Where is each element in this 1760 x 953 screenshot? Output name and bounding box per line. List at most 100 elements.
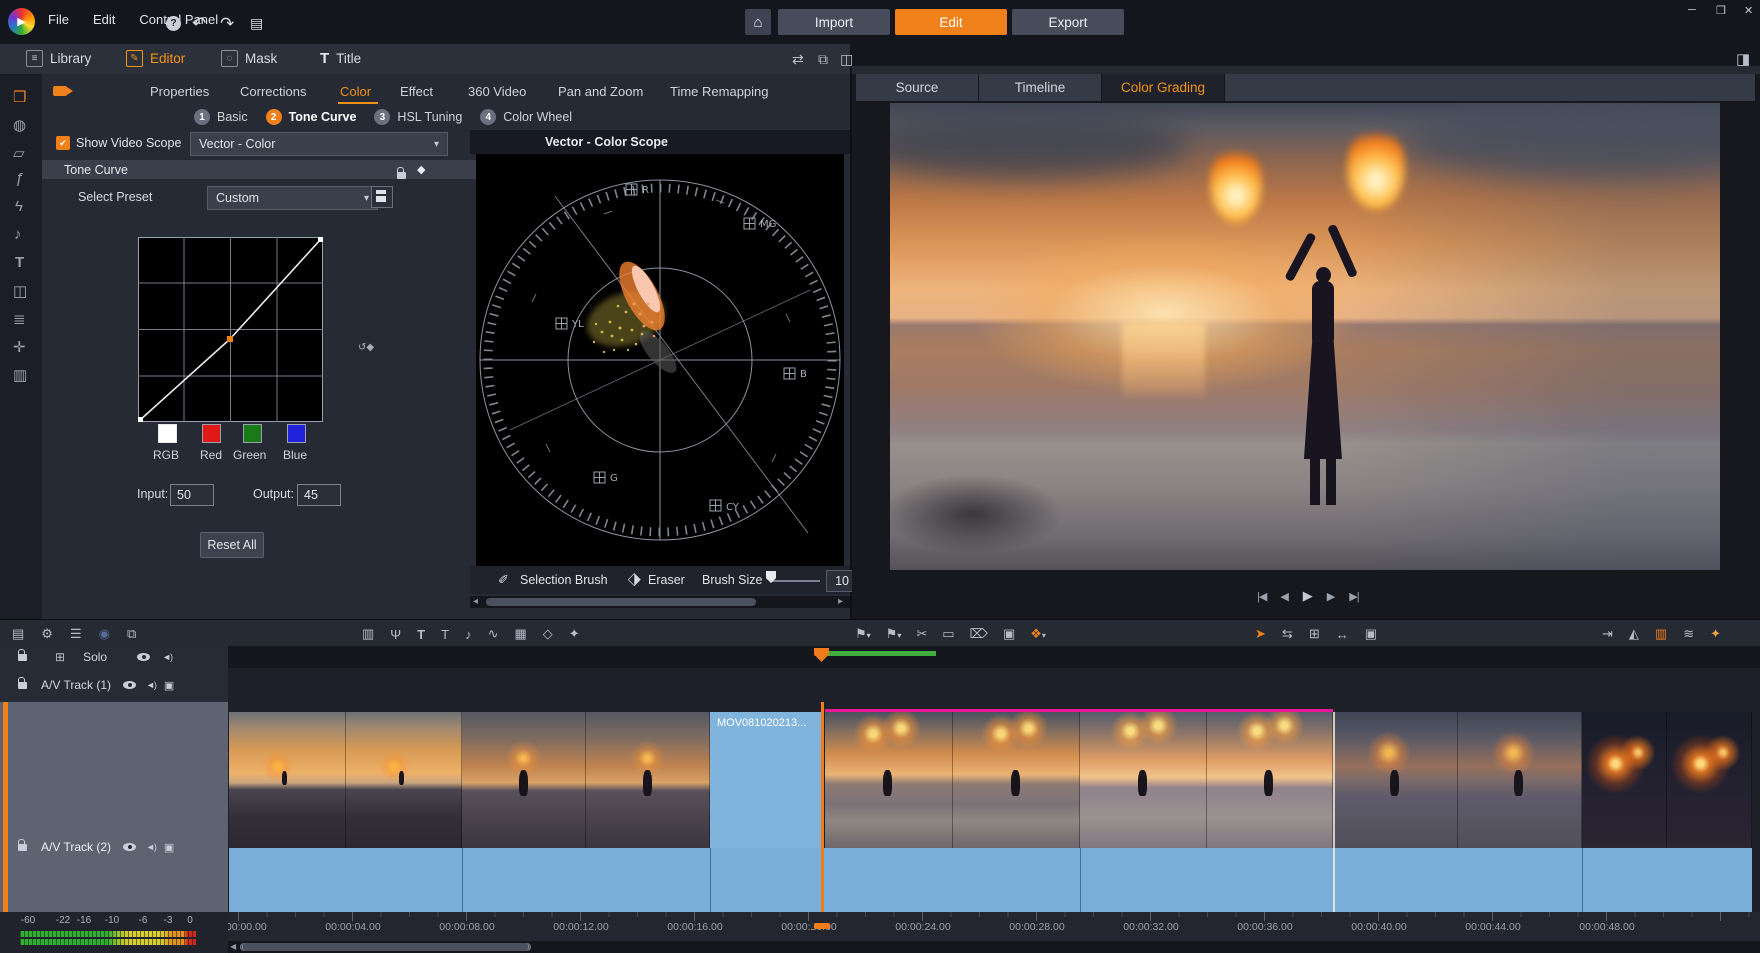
editor-tab-corrections[interactable]: Corrections	[240, 84, 306, 99]
eye-icon[interactable]	[123, 843, 136, 851]
editor-tab-pan-zoom[interactable]: Pan and Zoom	[558, 84, 643, 99]
clip-4[interactable]	[825, 712, 1080, 848]
output-field[interactable]: 45	[297, 484, 341, 506]
tab-mask[interactable]: ◌ Mask	[221, 50, 277, 67]
step-2-badge[interactable]: 2	[266, 109, 282, 125]
channel-red-swatch[interactable]	[202, 424, 221, 443]
lock-icon[interactable]	[18, 654, 27, 661]
columns-category-icon[interactable]: ▥	[13, 366, 27, 384]
add-track-icon[interactable]: ⊞	[55, 651, 65, 663]
keyframe-diamond-icon[interactable]: ◆	[417, 163, 425, 176]
text-category-icon[interactable]: T	[15, 254, 24, 271]
multicam-icon[interactable]: ▦	[514, 626, 526, 642]
trim-tool-icon[interactable]: ↔	[1336, 627, 1349, 642]
channel-rgb-swatch[interactable]	[158, 424, 177, 443]
reset-keyframe-icon[interactable]: ↺◆	[358, 342, 374, 353]
frame-box-icon[interactable]: ▭	[942, 626, 954, 642]
project-notes-icon[interactable]: ▤	[250, 16, 263, 30]
scene-detect-icon[interactable]: ◭	[1629, 626, 1639, 642]
panel-layout-right-icon[interactable]: ◨	[1736, 52, 1750, 67]
preset-dropdown[interactable]: Custom ▾	[207, 186, 378, 210]
brush-size-track[interactable]	[770, 580, 820, 582]
step-3-badge[interactable]: 3	[374, 109, 390, 125]
scope-scrollbar[interactable]: ◂ ▸	[470, 596, 850, 608]
layers-category-icon[interactable]: ≣	[13, 310, 26, 328]
record-icon[interactable]: ◉	[99, 626, 110, 642]
split-clip-icon[interactable]: ✂	[916, 626, 927, 642]
scroll-left-arrow-icon[interactable]: ◀	[230, 942, 236, 951]
filters-category-icon[interactable]: ϟ	[15, 198, 23, 215]
close-button[interactable]: ✕	[1744, 4, 1753, 17]
surround-icon[interactable]: ≋	[1683, 626, 1694, 642]
editor-tab-color[interactable]: Color	[340, 84, 371, 99]
brush-size-value-box[interactable]: 10	[826, 570, 854, 592]
tab-source[interactable]: Source	[856, 74, 979, 101]
speaker-icon[interactable]: ◄)	[162, 652, 172, 662]
tab-timeline[interactable]: Timeline	[979, 74, 1102, 101]
web-category-icon[interactable]: ◍	[13, 116, 26, 134]
effects-tool-icon[interactable]: ✦	[569, 626, 580, 642]
help-icon[interactable]: ?	[166, 16, 181, 31]
copy-panel-icon[interactable]: ⧉	[818, 52, 828, 66]
home-button[interactable]: ⌂	[745, 9, 771, 35]
folders-category-icon[interactable]: ▱	[13, 144, 25, 162]
align-icon[interactable]: ⇥	[1602, 626, 1613, 642]
scroll-left-arrow-icon[interactable]: ◂	[473, 596, 478, 607]
channel-green-swatch[interactable]	[243, 424, 262, 443]
voiceover-icon[interactable]: ♪	[465, 627, 472, 642]
magnet-icon[interactable]: ⊞	[1309, 626, 1320, 642]
save-preset-button[interactable]	[371, 186, 393, 208]
minimize-button[interactable]: ─	[1688, 4, 1696, 16]
play-button[interactable]: ▶	[1303, 588, 1313, 604]
step-1-label[interactable]: Basic	[217, 110, 248, 124]
lock-icon[interactable]	[18, 682, 27, 689]
clip-1[interactable]	[229, 712, 462, 848]
scope-scrollbar-thumb[interactable]	[486, 598, 756, 606]
monitor-icon[interactable]: ▣	[164, 679, 174, 692]
menu-edit[interactable]: Edit	[81, 12, 127, 27]
speaker-icon[interactable]: ◄)	[146, 842, 156, 852]
preview-video-frame[interactable]	[890, 103, 1720, 570]
clip-6[interactable]	[1333, 712, 1582, 848]
hot-marker-icon[interactable]: ❖▾	[1030, 626, 1046, 642]
smart-icon[interactable]: ✦	[1710, 626, 1721, 642]
eye-icon[interactable]	[137, 653, 150, 661]
tab-library[interactable]: ≡ Library	[26, 50, 91, 67]
timeline-scrollbar[interactable]: ◀	[228, 941, 1760, 953]
track-list-icon[interactable]: ☰	[70, 626, 82, 642]
clip-7[interactable]	[1582, 712, 1752, 848]
timeline-scrub-bar[interactable]	[228, 646, 1760, 668]
fx-category-icon[interactable]: ƒ	[15, 170, 23, 187]
frame-back-button[interactable]: ◀	[1280, 590, 1288, 603]
lock-icon[interactable]	[397, 172, 406, 179]
step-3-label[interactable]: HSL Tuning	[397, 110, 462, 124]
frame-forward-button[interactable]: ▶	[1327, 590, 1335, 603]
tab-title[interactable]: T Title	[320, 50, 361, 67]
selection-brush-label[interactable]: Selection Brush	[520, 573, 608, 587]
edit-mode-button[interactable]: Edit	[895, 9, 1007, 35]
panel-layout-icon[interactable]: ◫	[840, 52, 853, 66]
lock-icon[interactable]	[18, 844, 27, 851]
reset-all-button[interactable]: Reset All	[200, 532, 264, 558]
timeline-scrollbar-thumb[interactable]	[240, 943, 531, 951]
delete-icon[interactable]: ⌦	[970, 626, 988, 642]
tone-curve-editor[interactable]	[138, 237, 323, 422]
marker-flag2-icon[interactable]: ⚑▾	[886, 626, 902, 642]
eraser-icon[interactable]: ◪	[625, 570, 643, 588]
undo-icon[interactable]: ↶	[192, 15, 206, 32]
track1-header[interactable]: A/V Track (1) ◄) ▣	[0, 668, 228, 703]
editor-tab-time-remapping[interactable]: Time Remapping	[670, 84, 769, 99]
clip-5[interactable]	[1080, 712, 1333, 848]
fit-timeline-icon[interactable]: ⇆	[1282, 626, 1293, 642]
step-1-badge[interactable]: 1	[194, 109, 210, 125]
timeline-ruler[interactable]: 00:00:00.00 00:00:04.00 00:00:08.00 00:0…	[228, 912, 1760, 941]
selection-brush-icon[interactable]: ✐	[498, 572, 509, 588]
storyboard-icon[interactable]: ▣	[1365, 626, 1377, 642]
playhead-line[interactable]	[821, 702, 824, 912]
transitions-category-icon[interactable]: ◫	[13, 282, 27, 300]
step-4-badge[interactable]: 4	[480, 109, 496, 125]
track1-lane[interactable]	[228, 668, 1760, 703]
curve-node[interactable]	[227, 336, 233, 342]
export-button[interactable]: Export	[1012, 9, 1124, 35]
jump-start-button[interactable]: |◀	[1257, 590, 1266, 603]
